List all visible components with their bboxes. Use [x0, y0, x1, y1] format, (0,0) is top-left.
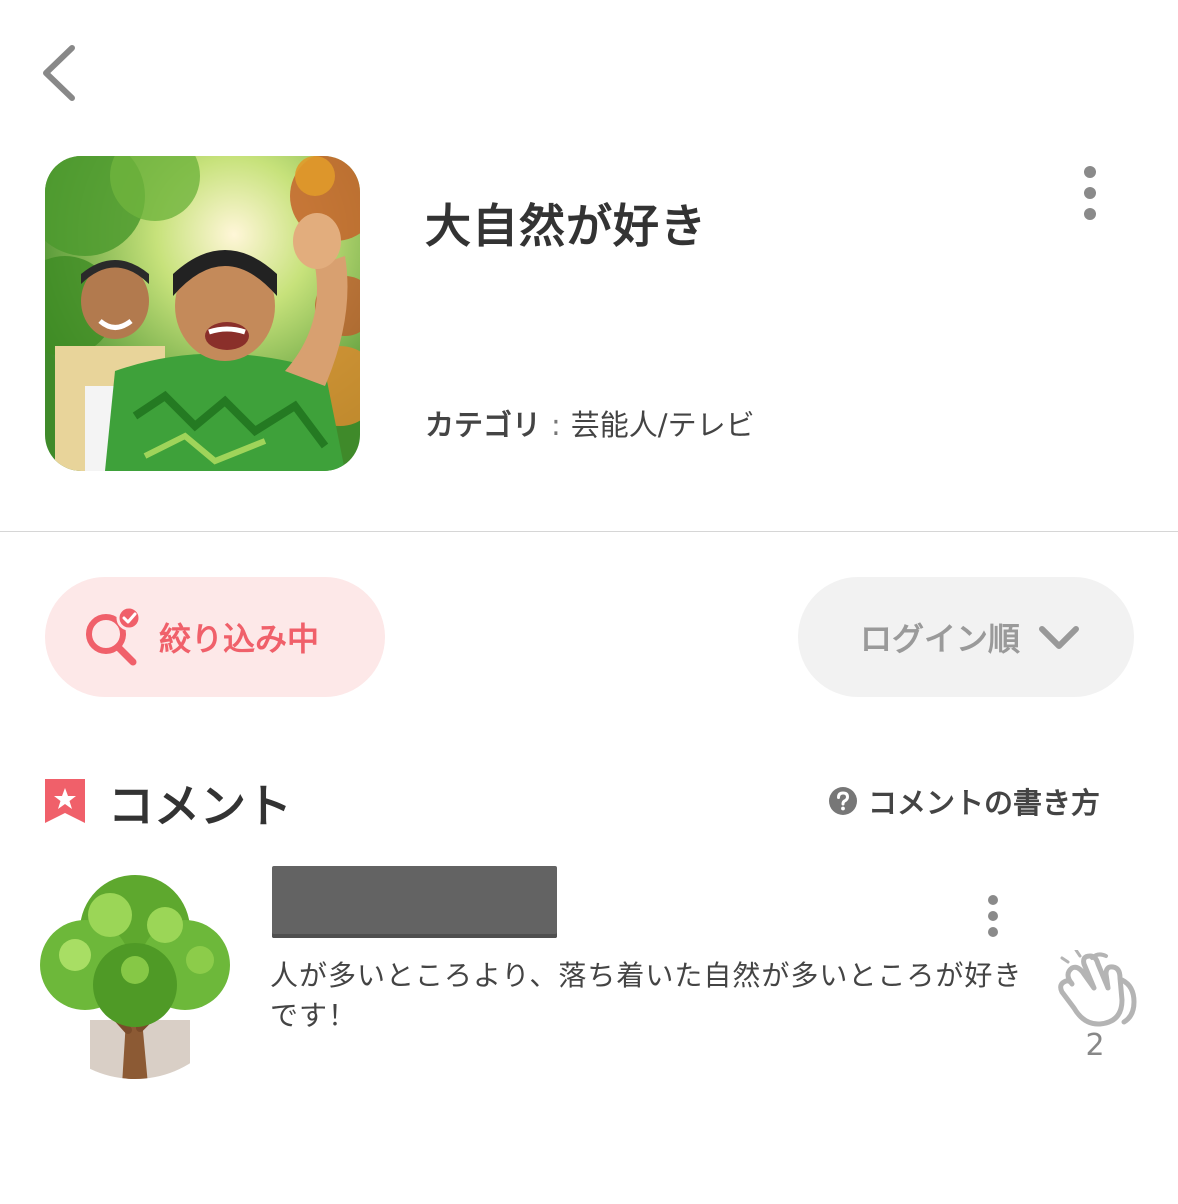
comment-help-link[interactable]: コメントの書き方 — [828, 780, 1100, 822]
category-label: カテゴリ — [425, 408, 542, 442]
category-row: カテゴリ: 芸能人/テレビ — [425, 402, 755, 444]
filter-label: 絞り込み中 — [159, 620, 320, 658]
clap-button[interactable] — [1050, 948, 1142, 1030]
header-divider — [0, 531, 1178, 532]
category-value: 芸能人/テレビ — [570, 408, 755, 442]
community-thumbnail — [45, 156, 360, 471]
help-label: コメントの書き方 — [868, 786, 1101, 820]
comment-item: 人が多いところより、落ち着いた自然が多いところが好きです！ 2 — [0, 860, 1178, 1090]
community-title: 大自然が好き — [425, 199, 707, 253]
chevron-left-icon — [43, 45, 75, 101]
bookmark-star-icon — [45, 779, 85, 823]
search-check-icon — [86, 605, 142, 666]
back-button[interactable] — [30, 38, 90, 108]
category-separator: : — [551, 408, 561, 442]
question-circle-icon — [829, 787, 857, 815]
community-more-button[interactable] — [1070, 160, 1110, 230]
vertical-dots-icon — [1084, 166, 1096, 220]
sort-label: ログイン順 — [860, 620, 1021, 658]
sort-dropdown[interactable]: ログイン順 — [798, 577, 1134, 697]
comment-text: 人が多いところより、落ち着いた自然が多いところが好きです！ — [270, 959, 1023, 1032]
username-redacted — [272, 866, 557, 938]
section-title: コメント — [108, 779, 292, 833]
chevron-down-icon — [1039, 626, 1080, 649]
avatar[interactable] — [30, 870, 240, 1080]
clap-count: 2 — [1085, 1028, 1105, 1063]
filter-button[interactable]: 絞り込み中 — [45, 577, 385, 697]
clap-hands-icon — [1058, 948, 1137, 1027]
